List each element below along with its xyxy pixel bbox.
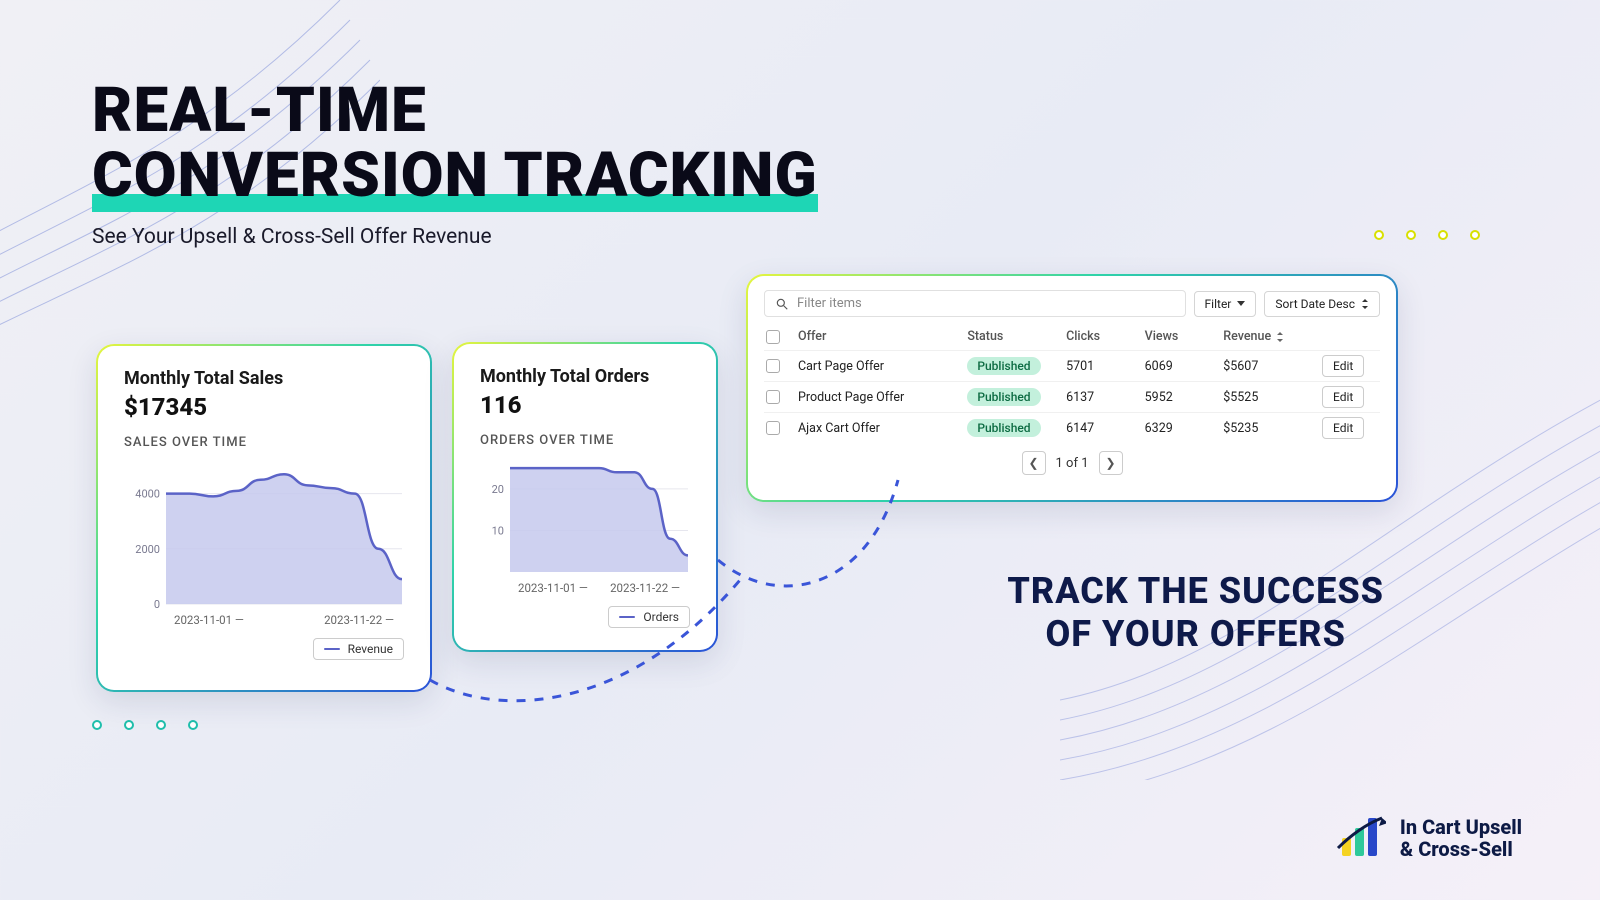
orders-card-title: Monthly Total Orders xyxy=(480,366,690,387)
sales-card-title: Monthly Total Sales xyxy=(124,368,404,389)
pager-text: 1 of 1 xyxy=(1056,456,1089,471)
svg-text:10: 10 xyxy=(492,524,504,537)
cell-revenue: $5525 xyxy=(1223,390,1314,405)
orders-card-value: 116 xyxy=(480,391,690,419)
sales-chart: 0 2000 4000 2023-11-01 — 2023-11-22 — xyxy=(124,460,404,630)
status-badge: Published xyxy=(967,388,1040,406)
cell-views: 6069 xyxy=(1145,359,1216,374)
cell-offer: Cart Page Offer xyxy=(798,359,959,374)
table-row: Cart Page Offer Published 5701 6069 $5607 Edi… xyxy=(764,350,1380,381)
filter-placeholder: Filter items xyxy=(797,296,862,311)
tagline: TRACK THE SUCCESS OF YOUR OFFERS xyxy=(1007,570,1384,656)
sales-card-value: $17345 xyxy=(124,393,404,421)
table-header-row: Offer Status Clicks Views Revenue xyxy=(764,323,1380,350)
sales-legend: Revenue xyxy=(313,638,404,660)
sort-button[interactable]: Sort Date Desc xyxy=(1264,291,1380,317)
pager: ❮ 1 of 1 ❯ xyxy=(764,451,1380,475)
table-row: Product Page Offer Published 6137 5952 $5525… xyxy=(764,381,1380,412)
connector-line xyxy=(718,500,918,620)
chevron-down-icon xyxy=(1237,301,1245,307)
edit-button[interactable]: Edit xyxy=(1322,386,1364,408)
svg-text:2023-11-22 —: 2023-11-22 — xyxy=(324,613,394,627)
decorative-dots-bottom-left xyxy=(92,720,198,730)
svg-text:2000: 2000 xyxy=(135,543,160,556)
status-badge: Published xyxy=(967,419,1040,437)
sort-icon xyxy=(1361,299,1369,309)
cell-clicks: 6137 xyxy=(1066,390,1137,405)
cell-clicks: 6147 xyxy=(1066,421,1137,436)
th-offer: Offer xyxy=(798,329,959,344)
orders-card-sub: ORDERS OVER TIME xyxy=(480,433,690,448)
brand-line2: & Cross-Sell xyxy=(1400,838,1522,860)
row-checkbox[interactable] xyxy=(766,359,780,373)
brand-line1: In Cart Upsell xyxy=(1400,816,1522,838)
cell-offer: Product Page Offer xyxy=(798,390,959,405)
orders-card: Monthly Total Orders 116 ORDERS OVER TIM… xyxy=(452,342,718,652)
cell-revenue: $5607 xyxy=(1223,359,1314,374)
cell-views: 5952 xyxy=(1145,390,1216,405)
svg-text:2023-11-01 —: 2023-11-01 — xyxy=(174,613,244,627)
cell-clicks: 5701 xyxy=(1066,359,1137,374)
cell-views: 6329 xyxy=(1145,421,1216,436)
sales-card-sub: SALES OVER TIME xyxy=(124,435,404,450)
edit-button[interactable]: Edit xyxy=(1322,417,1364,439)
table-row: Ajax Cart Offer Published 6147 6329 $5235 Edi… xyxy=(764,412,1380,443)
page-headline: REAL-TIME CONVERSION TRACKING xyxy=(92,78,818,208)
svg-text:0: 0 xyxy=(154,598,160,611)
filter-button[interactable]: Filter xyxy=(1194,291,1257,317)
pager-prev-button[interactable]: ❮ xyxy=(1022,451,1046,475)
th-views: Views xyxy=(1145,329,1216,344)
pager-next-button[interactable]: ❯ xyxy=(1099,451,1123,475)
row-checkbox[interactable] xyxy=(766,390,780,404)
cell-offer: Ajax Cart Offer xyxy=(798,421,959,436)
sort-icon xyxy=(1276,332,1284,342)
brand-logo: In Cart Upsell & Cross-Sell xyxy=(1336,816,1522,860)
th-status: Status xyxy=(967,329,1058,344)
th-clicks: Clicks xyxy=(1066,329,1137,344)
svg-text:4000: 4000 xyxy=(135,488,160,501)
offers-table-card: Filter items Filter Sort Date Desc Offer… xyxy=(746,274,1398,502)
connector-line xyxy=(430,640,750,730)
orders-chart: 10 20 2023-11-01 — 2023-11-22 — xyxy=(480,458,690,598)
headline-line2: CONVERSION TRACKING xyxy=(92,143,818,208)
svg-text:2023-11-01 —: 2023-11-01 — xyxy=(518,581,588,595)
decorative-dots-top-right xyxy=(1374,230,1480,240)
svg-text:2023-11-22 —: 2023-11-22 — xyxy=(610,581,680,595)
headline-line1: REAL-TIME xyxy=(92,78,818,143)
orders-legend: Orders xyxy=(608,606,690,628)
edit-button[interactable]: Edit xyxy=(1322,355,1364,377)
status-badge: Published xyxy=(967,357,1040,375)
cell-revenue: $5235 xyxy=(1223,421,1314,436)
page-subhead: See Your Upsell & Cross-Sell Offer Reven… xyxy=(92,225,492,249)
th-revenue[interactable]: Revenue xyxy=(1223,329,1314,344)
row-checkbox[interactable] xyxy=(766,421,780,435)
filter-items-input[interactable]: Filter items xyxy=(764,290,1186,317)
select-all-checkbox[interactable] xyxy=(766,330,780,344)
svg-text:20: 20 xyxy=(492,483,504,496)
bar-chart-icon xyxy=(1336,816,1386,860)
search-icon xyxy=(775,297,789,311)
sales-card: Monthly Total Sales $17345 SALES OVER TI… xyxy=(96,344,432,692)
